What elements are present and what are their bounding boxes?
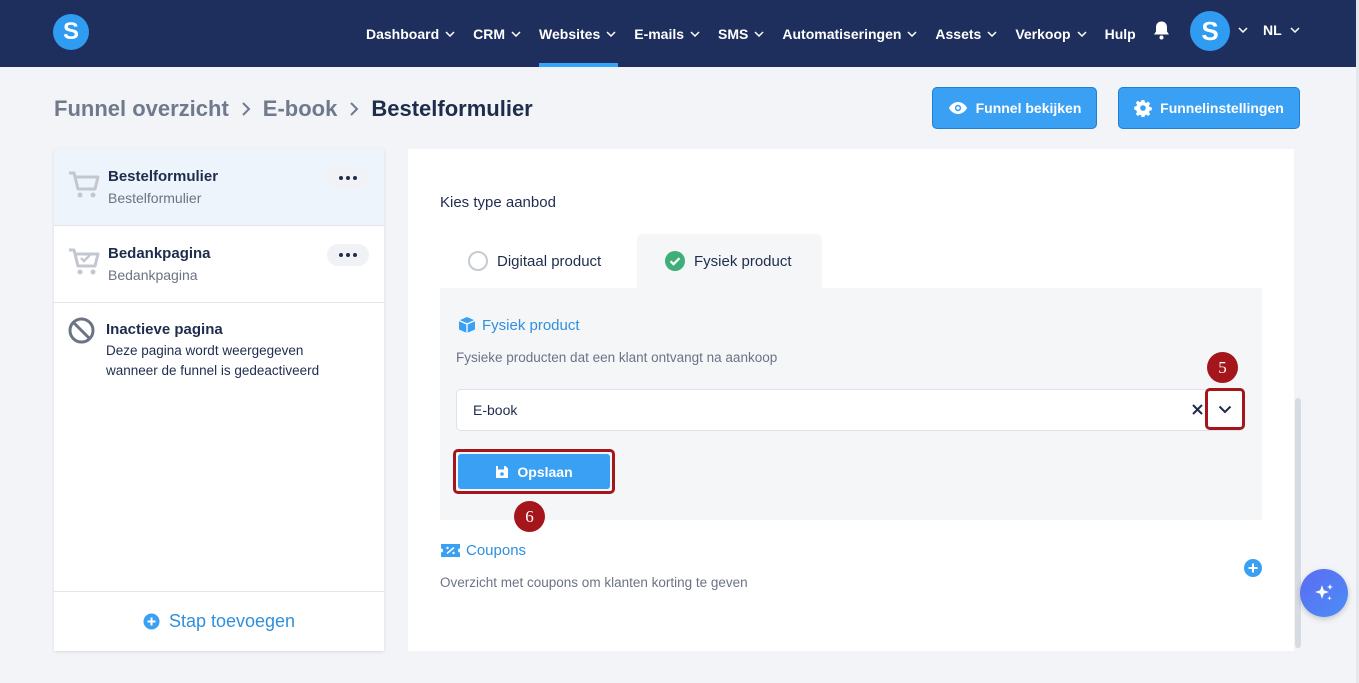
- breadcrumb: Funnel overzicht E-book Bestelformulier: [54, 94, 533, 124]
- physical-product-title: Fysiek product: [457, 316, 580, 334]
- chevron-down-icon: [1077, 30, 1087, 37]
- nav-assets[interactable]: Assets: [935, 0, 997, 67]
- step-marker-badge: 6: [514, 501, 545, 532]
- nav-hulp[interactable]: Hulp: [1105, 0, 1136, 67]
- breadcrumb-funnel-overview[interactable]: Funnel overzicht: [54, 96, 229, 122]
- app-logo[interactable]: S: [53, 14, 89, 50]
- nav-verkoop[interactable]: Verkoop: [1015, 0, 1087, 67]
- coupon-icon: [441, 544, 460, 557]
- nav-sms[interactable]: SMS: [718, 0, 764, 67]
- product-select[interactable]: E-book: [456, 388, 1245, 431]
- breadcrumb-ebook[interactable]: E-book: [263, 96, 338, 122]
- page-title: Bestelformulier: [371, 96, 533, 121]
- funnel-settings-button[interactable]: Funnelinstellingen: [1118, 87, 1300, 129]
- step-title: Bestelformulier: [108, 168, 219, 185]
- step-more-button[interactable]: [327, 244, 369, 266]
- save-highlight: Opslaan: [453, 449, 615, 494]
- offer-type-label: Kies type aanbod: [440, 194, 556, 211]
- chevron-right-icon: [242, 102, 251, 116]
- top-navbar: S Dashboard CRM Websites E-mails SMS Aut…: [0, 0, 1359, 67]
- check-circle-icon: [665, 251, 685, 271]
- floppy-disk-icon: [496, 465, 509, 478]
- save-button[interactable]: Opslaan: [458, 454, 610, 489]
- step-more-button[interactable]: [327, 167, 369, 189]
- step-subtitle: Bestelformulier: [108, 190, 202, 206]
- language-selector[interactable]: NL: [1263, 0, 1300, 60]
- nav-crm[interactable]: CRM: [473, 0, 521, 67]
- step-title: Bedankpagina: [108, 245, 211, 262]
- coupons-description: Overzicht met coupons om klanten korting…: [440, 575, 748, 590]
- add-coupon-icon[interactable]: [1244, 559, 1262, 577]
- step-marker-badge: 5: [1207, 352, 1238, 383]
- product-select-value: E-book: [473, 402, 518, 418]
- gear-icon: [1134, 100, 1152, 117]
- product-dropdown-toggle[interactable]: [1205, 388, 1245, 430]
- chevron-down-icon: [445, 30, 455, 37]
- chevron-down-icon: [1218, 405, 1232, 413]
- add-step-button[interactable]: Stap toevoegen: [54, 591, 384, 651]
- plus-circle-icon: [143, 613, 160, 630]
- cart-check-icon: [69, 248, 100, 275]
- bell-icon[interactable]: [1152, 20, 1171, 40]
- ai-assistant-button[interactable]: [1300, 569, 1348, 617]
- nav-websites[interactable]: Websites: [539, 0, 619, 67]
- user-avatar[interactable]: S: [1190, 11, 1230, 51]
- scrollbar-thumb[interactable]: [1295, 398, 1301, 648]
- step-bedankpagina[interactable]: Bedankpagina Bedankpagina: [54, 226, 384, 303]
- coupons-title: Coupons: [440, 542, 526, 559]
- chevron-down-icon: [606, 30, 616, 37]
- step-subtitle: Bedankpagina: [108, 267, 198, 283]
- cart-icon: [69, 171, 100, 198]
- chevron-down-icon: [907, 30, 917, 37]
- chevron-right-icon: [350, 102, 359, 116]
- tab-digital-product[interactable]: Digitaal product: [456, 234, 636, 288]
- funnel-steps-panel: Bestelformulier Bestelformulier Bedankpa…: [54, 149, 384, 651]
- step-bestelformulier[interactable]: Bestelformulier Bestelformulier: [54, 149, 384, 226]
- eye-icon: [948, 102, 967, 114]
- nav-dashboard[interactable]: Dashboard: [366, 0, 455, 67]
- chevron-down-icon: [1290, 27, 1300, 33]
- nav-emails[interactable]: E-mails: [634, 0, 700, 67]
- physical-product-description: Fysieke producten dat een klant ontvangt…: [456, 350, 778, 365]
- sparkles-icon: [1315, 584, 1333, 601]
- tab-physical-product[interactable]: Fysiek product: [637, 234, 822, 288]
- inactive-page-title[interactable]: Inactieve pagina: [106, 321, 223, 338]
- chevron-down-icon: [690, 30, 700, 37]
- box-icon: [458, 317, 476, 333]
- radio-unchecked[interactable]: [468, 251, 488, 271]
- ban-icon: [68, 317, 95, 344]
- chevron-down-icon: [511, 30, 521, 37]
- chevron-down-icon: [987, 30, 997, 37]
- main-nav: Dashboard CRM Websites E-mails SMS Autom…: [366, 0, 1154, 67]
- close-icon[interactable]: [1191, 403, 1204, 416]
- chevron-down-icon: [754, 30, 764, 37]
- view-funnel-button[interactable]: Funnel bekijken: [932, 87, 1097, 129]
- inactive-page-description: Deze pagina wordt weergegeven wanneer de…: [106, 343, 320, 378]
- chevron-down-icon[interactable]: [1238, 27, 1248, 33]
- nav-automatiseringen[interactable]: Automatiseringen: [782, 0, 917, 67]
